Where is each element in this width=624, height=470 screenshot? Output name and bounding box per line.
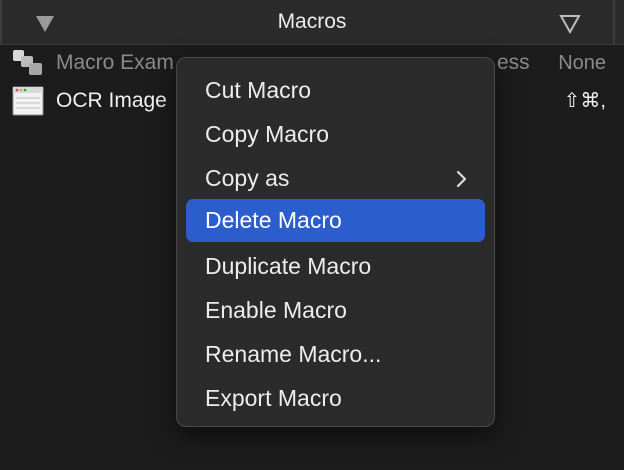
list-item-label: OCR Image	[56, 89, 167, 112]
macros-header: Macros	[0, 0, 624, 45]
header-divider	[613, 0, 615, 44]
list-item-label: Macro Exam	[56, 51, 174, 74]
list-item-status: None	[558, 52, 606, 74]
menu-item-enable-macro[interactable]: Enable Macro	[186, 289, 485, 332]
menu-item-copy-macro[interactable]: Copy Macro	[186, 113, 485, 156]
triangle-down-outline-icon[interactable]	[558, 12, 582, 35]
menu-item-duplicate-macro[interactable]: Duplicate Macro	[186, 245, 485, 288]
menu-item-export-macro[interactable]: Export Macro	[186, 377, 485, 420]
menu-item-label: Duplicate Macro	[205, 253, 372, 279]
chevron-right-icon	[455, 170, 467, 188]
menu-item-label: Copy as	[205, 165, 290, 191]
menu-item-cut-macro[interactable]: Cut Macro	[186, 69, 485, 112]
menu-item-delete-macro[interactable]: Delete Macro	[186, 199, 485, 242]
list-item-hidden-fragment: ess	[497, 51, 530, 74]
menu-item-label: Enable Macro	[205, 297, 347, 323]
menu-item-label: Copy Macro	[205, 121, 329, 147]
menu-item-copy-as[interactable]: Copy as	[186, 157, 485, 200]
menu-item-rename-macro[interactable]: Rename Macro...	[186, 333, 485, 376]
header-title: Macros	[277, 10, 347, 33]
menu-item-label: Export Macro	[205, 385, 342, 411]
context-menu: Cut Macro Copy Macro Copy as Delete Macr…	[176, 57, 495, 427]
list-item-shortcut: ⇧⌘,	[563, 90, 606, 112]
window-icon	[12, 86, 44, 116]
macro-group-icon	[12, 48, 44, 78]
menu-item-label: Rename Macro...	[205, 341, 382, 367]
menu-item-label: Cut Macro	[205, 77, 312, 103]
menu-item-label: Delete Macro	[205, 207, 342, 233]
